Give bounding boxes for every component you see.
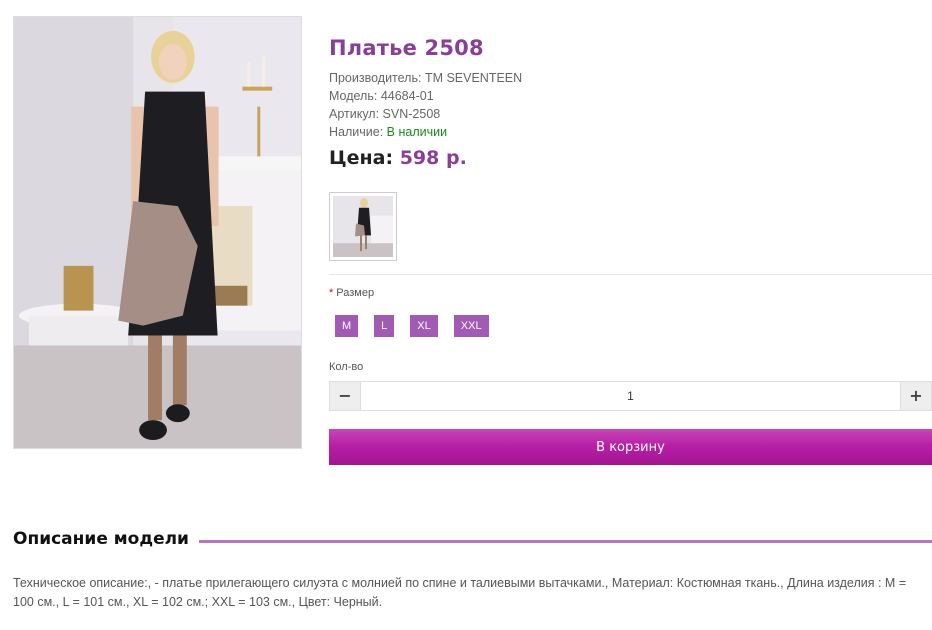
size-option-xxl[interactable]: XXL [453, 315, 489, 337]
product-main-image[interactable] [13, 16, 302, 449]
product-thumbnail[interactable] [329, 192, 397, 261]
size-options: M L XL XXL [335, 315, 505, 337]
quantity-increase-button[interactable]: + [900, 382, 931, 410]
model-row: Модель: 44684-01 [329, 87, 522, 105]
manufacturer-label: Производитель: [329, 71, 425, 85]
size-option-m[interactable]: M [335, 315, 359, 337]
quantity-label: Кол-во [329, 361, 364, 373]
product-title: Платье 2508 [329, 36, 484, 60]
sku-label: Артикул: [329, 107, 383, 121]
price-value: 598 р. [399, 147, 467, 169]
sku-row: Артикул: SVN-2508 [329, 105, 522, 123]
quantity-input[interactable] [361, 382, 900, 410]
model-value: 44684-01 [380, 89, 434, 103]
manufacturer-value[interactable]: TM SEVENTEEN [425, 71, 522, 85]
thumbnail-photo [333, 196, 393, 257]
size-label: * Размер [329, 287, 374, 299]
product-photo [14, 17, 301, 448]
product-meta: Производитель: TM SEVENTEEN Модель: 4468… [329, 69, 522, 141]
quantity-stepper: − + [329, 381, 932, 411]
sku-value: SVN-2508 [382, 107, 441, 121]
price-label: Цена: [329, 147, 400, 169]
add-to-cart-button[interactable]: В корзину [329, 429, 932, 465]
size-option-l[interactable]: L [374, 315, 395, 337]
model-label: Модель: [329, 89, 381, 103]
size-option-xl[interactable]: XL [410, 315, 438, 337]
size-label-text: Размер [336, 287, 375, 299]
divider [329, 274, 932, 275]
description-divider-line [179, 540, 932, 543]
price: Цена: 598 р. [329, 147, 467, 169]
availability-value: В наличии [386, 125, 448, 139]
quantity-decrease-button[interactable]: − [330, 382, 361, 410]
description-title: Описание модели [13, 529, 199, 549]
manufacturer-row: Производитель: TM SEVENTEEN [329, 69, 522, 87]
availability-label: Наличие: [329, 125, 387, 139]
required-mark: * [329, 287, 334, 299]
description-text: Техническое описание:, - платье прилегаю… [13, 576, 907, 609]
availability-row: Наличие: В наличии [329, 123, 522, 141]
